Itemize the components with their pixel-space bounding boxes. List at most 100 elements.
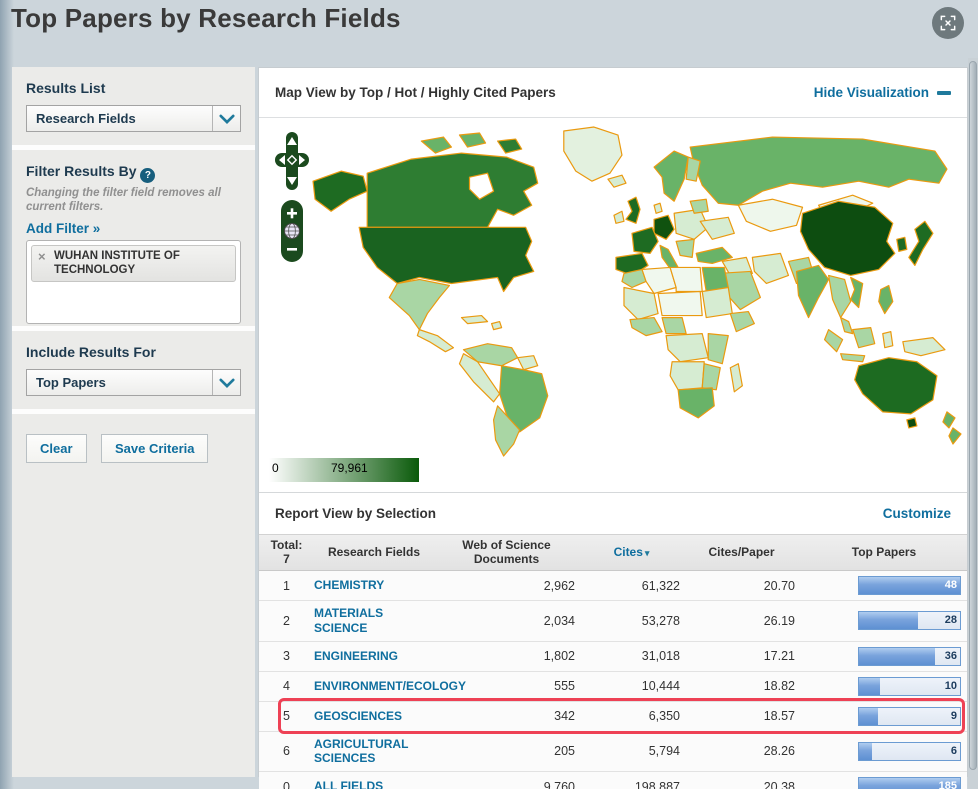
row-cites-per-paper: 20.38	[763, 779, 795, 789]
map-header: Map View by Top / Hot / Highly Cited Pap…	[259, 68, 967, 118]
report-view-title: Report View by Selection	[275, 506, 437, 521]
page-title: Top Papers by Research Fields	[11, 3, 401, 33]
chevron-down-icon	[212, 370, 240, 395]
results-list-value: Research Fields	[36, 111, 136, 126]
row-cites: 5,794	[648, 744, 680, 759]
row-documents: 342	[554, 709, 575, 724]
row-documents: 9,760	[543, 779, 575, 789]
column-total: Total: 7	[259, 537, 314, 567]
include-results-heading: Include Results For	[26, 344, 156, 360]
row-documents: 555	[554, 679, 575, 694]
row-cites-per-paper: 26.19	[763, 613, 795, 628]
world-map[interactable]	[301, 120, 963, 458]
top-papers-bar-fill	[859, 677, 881, 695]
top-papers-bar: 6	[858, 741, 961, 761]
table-row: 5 GEOSCIENCES 342 6,350 18.57 9	[259, 697, 967, 734]
filter-box: × WUHAN INSTITUTE OF TECHNOLOGY	[26, 239, 241, 324]
map-legend: 0 79,961	[269, 458, 419, 482]
expand-button[interactable]	[932, 7, 964, 39]
top-papers-value: 6	[950, 744, 957, 757]
main-panel: Map View by Top / Hot / Highly Cited Pap…	[258, 67, 968, 789]
chevron-down-icon	[212, 106, 240, 131]
clear-button[interactable]: Clear	[26, 434, 87, 463]
include-results-select[interactable]: Top Papers	[26, 369, 241, 396]
row-rank: 0	[283, 779, 290, 789]
expand-icon	[940, 15, 956, 31]
results-list-select[interactable]: Research Fields	[26, 105, 241, 132]
top-papers-value: 48	[944, 579, 957, 591]
legend-min-value: 0	[272, 461, 279, 475]
report-table-body: 1 CHEMISTRY 2,962 61,322 20.70 48 2 MATERIALS S…	[259, 571, 967, 789]
top-papers-value: 10	[944, 679, 957, 692]
row-cites: 61,322	[641, 578, 680, 593]
research-field-link[interactable]: ALL FIELDS	[314, 779, 383, 789]
research-field-link[interactable]: CHEMISTRY	[314, 578, 384, 592]
help-icon[interactable]: ?	[140, 168, 156, 183]
globe-icon	[284, 223, 300, 239]
research-field-link[interactable]: ENGINEERING	[314, 649, 398, 663]
table-row: 6 AGRICULTURAL SCIENCES 205 5,794 28.26 6	[259, 731, 967, 773]
column-wos-documents: Web of Science Documents	[462, 537, 551, 566]
top-papers-bar-fill	[859, 647, 935, 665]
column-cites-sort[interactable]: Cites ▾	[579, 544, 684, 560]
total-value: 7	[283, 551, 290, 566]
total-label: Total:	[270, 537, 303, 552]
research-field-link[interactable]: AGRICULTURAL SCIENCES	[314, 737, 408, 766]
table-header-row: Total: 7 Research Fields Web of Science …	[259, 534, 967, 571]
map-zoom-control[interactable]	[281, 200, 303, 262]
row-rank: 6	[283, 744, 290, 759]
row-documents: 1,802	[543, 649, 575, 664]
row-cites: 10,444	[641, 679, 680, 694]
row-cites-per-paper: 20.70	[763, 578, 795, 593]
map-view-title: Map View by Top / Hot / Highly Cited Pap…	[275, 85, 556, 100]
save-criteria-button[interactable]: Save Criteria	[100, 434, 209, 463]
app-window: Top Papers by Research Fields Results Li…	[0, 0, 978, 789]
filter-section: Filter Results By? Changing the filter f…	[12, 150, 255, 326]
filter-chip[interactable]: × WUHAN INSTITUTE OF TECHNOLOGY	[31, 244, 236, 283]
report-header: Report View by Selection Customize	[259, 492, 967, 534]
cites-label: Cites	[613, 544, 643, 559]
filter-note: Changing the filter field removes all cu…	[26, 187, 221, 214]
top-papers-bar: 48	[858, 576, 961, 595]
table-row: 4 ENVIRONMENT/ECOLOGY 555 10,444 18.82 10	[259, 671, 967, 702]
column-research-fields: Research Fields	[327, 544, 421, 559]
top-papers-value: 9	[950, 709, 957, 722]
top-papers-bar-fill	[859, 707, 879, 725]
top-papers-bar: 10	[858, 676, 961, 696]
add-filter-link[interactable]: Add Filter »	[26, 221, 100, 236]
row-documents: 205	[554, 744, 575, 759]
results-list-section: Results List Research Fields	[12, 67, 255, 145]
row-rank: 5	[283, 709, 290, 724]
row-rank: 4	[283, 679, 290, 694]
top-papers-bar: 36	[858, 646, 961, 666]
scrollbar-thumb[interactable]	[969, 61, 977, 771]
hide-visualization-link[interactable]: Hide Visualization	[814, 85, 951, 100]
sidebar: Results List Research Fields Filter Resu…	[12, 67, 255, 777]
vertical-scrollbar[interactable]	[968, 58, 978, 789]
zoom-out-icon	[287, 248, 297, 251]
top-papers-bar: 28	[858, 611, 961, 631]
map-visualization: 0 79,961	[259, 118, 967, 492]
top-papers-bar: 185	[858, 777, 961, 789]
sort-desc-icon: ▾	[644, 547, 650, 558]
remove-filter-icon[interactable]: ×	[38, 249, 46, 265]
filter-heading-text: Filter Results By	[26, 163, 137, 179]
table-row: 2 MATERIALS SCIENCE 2,034 53,278 26.19 28	[259, 601, 967, 642]
research-field-link[interactable]: MATERIALS SCIENCE	[314, 606, 383, 635]
table-row: 3 ENGINEERING 1,802 31,018 17.21 36	[259, 641, 967, 672]
research-field-link[interactable]: GEOSCIENCES	[314, 709, 402, 723]
legend-max-value: 79,961	[331, 461, 368, 475]
table-row: 0 ALL FIELDS 9,760 198,887 20.38 185	[259, 772, 967, 789]
include-results-value: Top Papers	[36, 375, 106, 390]
hide-visualization-label: Hide Visualization	[813, 85, 929, 100]
column-top-papers: Top Papers	[851, 544, 917, 559]
row-rank: 3	[283, 649, 290, 664]
row-rank: 2	[283, 613, 290, 628]
customize-link[interactable]: Customize	[883, 506, 951, 521]
row-documents: 2,034	[543, 613, 575, 628]
row-cites-per-paper: 28.26	[763, 744, 795, 759]
row-rank: 1	[283, 578, 290, 593]
filter-chip-label: WUHAN INSTITUTE OF TECHNOLOGY	[54, 249, 180, 276]
top-papers-value: 185	[938, 780, 957, 789]
minus-icon	[937, 90, 951, 95]
